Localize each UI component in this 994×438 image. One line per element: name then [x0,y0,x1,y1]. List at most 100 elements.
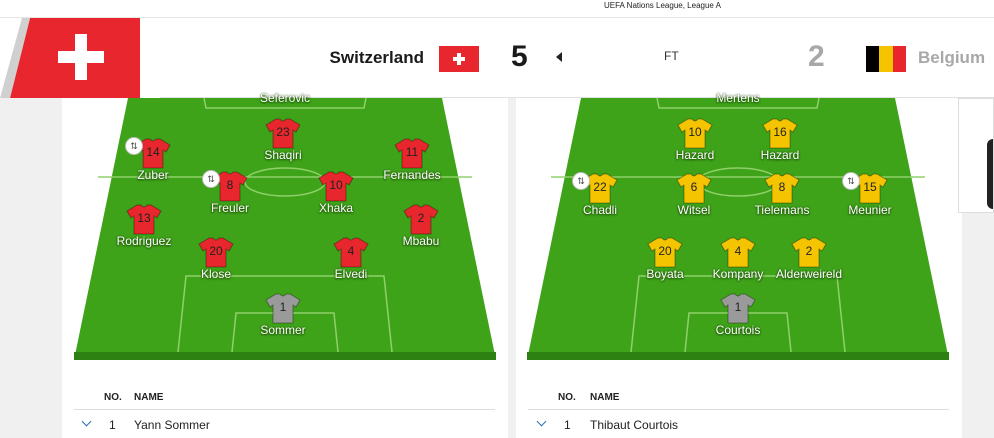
shirt-icon: 1 [265,292,301,324]
home-cutoff-player-name: Seferovic [259,91,311,105]
shirt-icon: 4 [720,236,756,268]
player-name: Shaqiri [264,148,302,162]
shirt-icon: 22 ⇅ [572,172,618,204]
shirt-icon: 6 [676,172,712,204]
shirt-icon: 8 [764,172,800,204]
top-bar: UEFA Nations League, League A [0,0,994,18]
away-player-20[interactable]: 20 Boyata [625,236,705,281]
away-player-6[interactable]: 6 Witsel [654,172,734,217]
away-table-name-header: NAME [590,392,620,403]
shirt-number: 4 [734,244,742,258]
divider [528,409,949,410]
away-player-10[interactable]: 10 Hazard [655,117,735,162]
home-player-14[interactable]: 14 ⇅ Zuber [113,137,193,182]
shirt-icon: 10 [318,170,354,202]
player-name: Mbabu [402,234,440,248]
home-table-name-header: NAME [134,392,164,403]
shirt-icon: 2 [403,203,439,235]
away-cutoff-player-name: Mertens [716,91,760,105]
shirt-icon: 16 [762,117,798,149]
home-player-20[interactable]: 20 Klose [176,236,256,281]
home-player-13[interactable]: 13 Rodriguez [104,203,184,248]
player-name: Alderweireld [775,267,843,281]
shirt-number: 16 [773,125,787,139]
home-team-name[interactable]: Switzerland [330,48,424,68]
away-team-name[interactable]: Belgium [918,48,985,68]
player-name: Rodriguez [116,234,172,248]
substitution-icon: ⇅ [202,170,220,188]
away-player-2[interactable]: 2 Alderweireld [769,236,849,281]
home-player-8[interactable]: 8 ⇅ Freuler [190,170,270,215]
shirt-icon: 13 [126,203,162,235]
player-name: Tielemans [754,203,810,217]
competition-name: UEFA Nations League, League A [604,1,721,10]
player-name: Zuber [137,168,169,182]
shirt-icon: 11 [394,137,430,169]
substitution-icon: ⇅ [125,137,143,155]
substitution-icon: ⇅ [572,172,590,190]
switzerland-banner-flag [0,18,160,98]
home-table-no-header: NO. [104,392,122,403]
belgium-flag-icon [866,46,906,72]
player-name: Xhaka [318,201,354,215]
player-name: Klose [200,267,232,281]
shirt-icon: 1 [720,292,756,324]
player-name: Hazard [760,148,800,162]
shirt-icon: 10 [677,117,713,149]
home-player-1[interactable]: 1 Sommer [243,292,323,337]
caret-left-icon[interactable] [556,52,562,62]
away-player-1[interactable]: 1 Courtois [698,292,778,337]
shirt-number: 10 [688,125,702,139]
home-player-23[interactable]: 23 Shaqiri [243,117,323,162]
match-status: FT [664,49,679,63]
shirt-icon: 15 ⇅ [842,172,888,204]
shirt-number: 11 [405,145,419,159]
shirt-number: 1 [734,300,742,314]
home-row-no: 1 [109,418,116,432]
away-row-name[interactable]: Thibaut Courtois [590,418,678,432]
shirt-icon: 2 [791,236,827,268]
divider [74,409,495,410]
shirt-number: 4 [347,244,355,258]
shirt-icon: 4 [333,236,369,268]
away-table-no-header: NO. [558,392,576,403]
shirt-icon: 23 [265,117,301,149]
home-player-2[interactable]: 2 Mbabu [381,203,461,248]
player-name: Meunier [848,203,892,217]
shirt-number: 6 [690,180,698,194]
shirt-icon: 20 [647,236,683,268]
home-score: 5 [511,40,528,73]
player-name: Hazard [675,148,715,162]
away-player-8[interactable]: 8 Tielemans [742,172,822,217]
shirt-number: 20 [209,244,223,258]
player-name: Chadli [582,203,618,217]
away-player-4[interactable]: 4 Kompany [698,236,778,281]
player-name: Freuler [210,201,249,215]
player-name: Kompany [712,267,764,281]
player-name: Fernandes [383,168,441,182]
shirt-icon: 20 [198,236,234,268]
shirt-icon: 14 ⇅ [125,137,171,169]
shirt-number: 2 [805,244,813,258]
shirt-number: 23 [276,125,290,139]
side-thumbnail[interactable] [958,98,994,213]
home-row-name[interactable]: Yann Sommer [134,418,210,432]
player-name: Sommer [260,323,306,337]
home-player-4[interactable]: 4 Elvedi [311,236,391,281]
shirt-number: 20 [658,244,672,258]
away-player-22[interactable]: 22 ⇅ Chadli [560,172,640,217]
player-name: Elvedi [334,267,368,281]
away-player-15[interactable]: 15 ⇅ Meunier [830,172,910,217]
shirt-number: 2 [417,211,425,225]
home-player-10[interactable]: 10 Xhaka [296,170,376,215]
player-name: Boyata [646,267,684,281]
away-row-no: 1 [564,418,571,432]
substitution-icon: ⇅ [842,172,860,190]
home-player-11[interactable]: 11 Fernandes [372,137,452,182]
switzerland-flag-icon [439,46,479,72]
away-player-16[interactable]: 16 Hazard [740,117,820,162]
player-name: Witsel [677,203,711,217]
shirt-number: 8 [778,180,786,194]
shirt-icon: 8 ⇅ [202,170,248,202]
shirt-number: 1 [279,300,287,314]
